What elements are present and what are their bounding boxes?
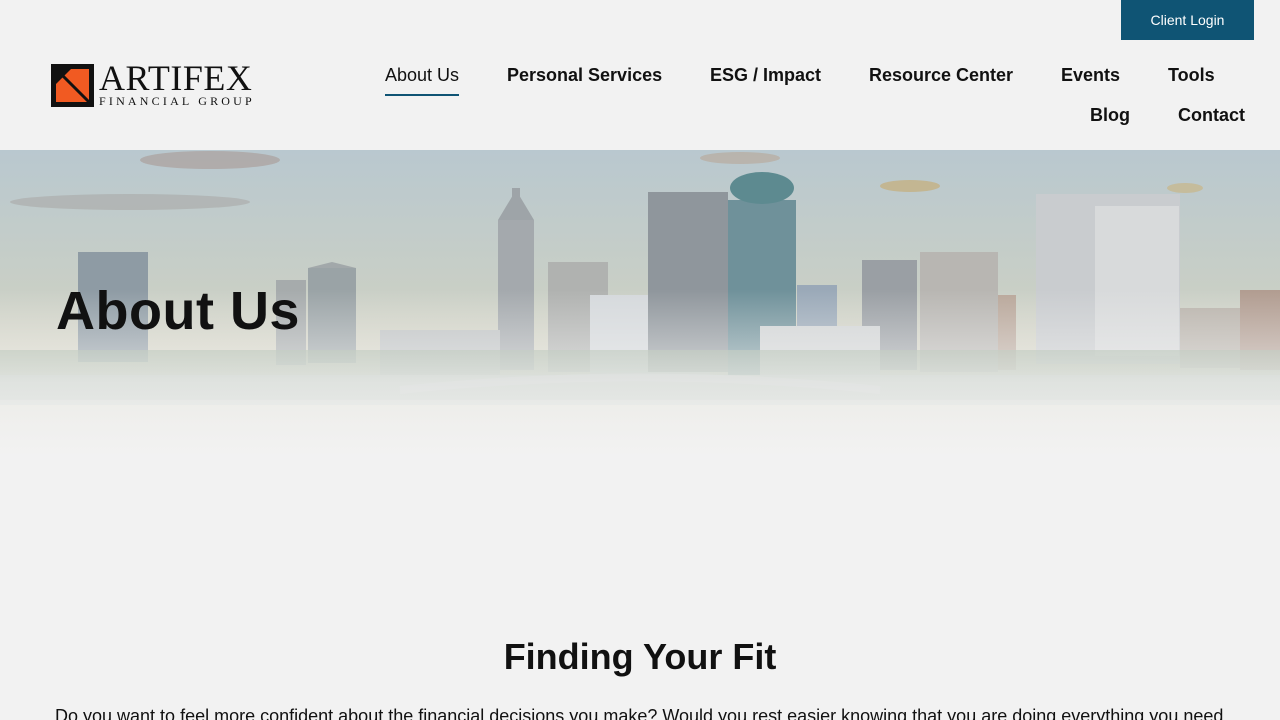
nav-item-events[interactable]: Events [1061, 65, 1120, 86]
nav-item-contact[interactable]: Contact [1178, 105, 1245, 126]
logo-name: ARTIFEX [99, 58, 253, 98]
section-title: Finding Your Fit [503, 636, 777, 677]
nav-item-personal-services[interactable]: Personal Services [507, 65, 662, 86]
nav-item-resource-center[interactable]: Resource Center [869, 65, 1013, 86]
hero-banner: About Us [0, 150, 1280, 460]
client-login-button[interactable]: Client Login [1121, 0, 1254, 40]
nav-item-tools[interactable]: Tools [1168, 65, 1215, 86]
logo[interactable]: ARTIFEX FINANCIAL GROUP [51, 58, 276, 108]
nav-item-about-us[interactable]: About Us [385, 65, 459, 86]
logo-mark-icon [51, 63, 94, 107]
page-title: About Us [56, 281, 300, 341]
nav-item-esg-impact[interactable]: ESG / Impact [710, 65, 821, 86]
site-header: Client Login ARTIFEX FINANCIAL GROUP Abo… [0, 0, 1280, 150]
nav-item-blog[interactable]: Blog [1090, 105, 1130, 126]
logo-text: ARTIFEX FINANCIAL GROUP [99, 58, 255, 108]
active-nav-underline [385, 94, 459, 96]
logo-subtitle: FINANCIAL GROUP [99, 94, 255, 108]
intro-paragraph: Do you want to feel more confident about… [55, 706, 1224, 720]
page: Client Login ARTIFEX FINANCIAL GROUP Abo… [0, 0, 1280, 720]
